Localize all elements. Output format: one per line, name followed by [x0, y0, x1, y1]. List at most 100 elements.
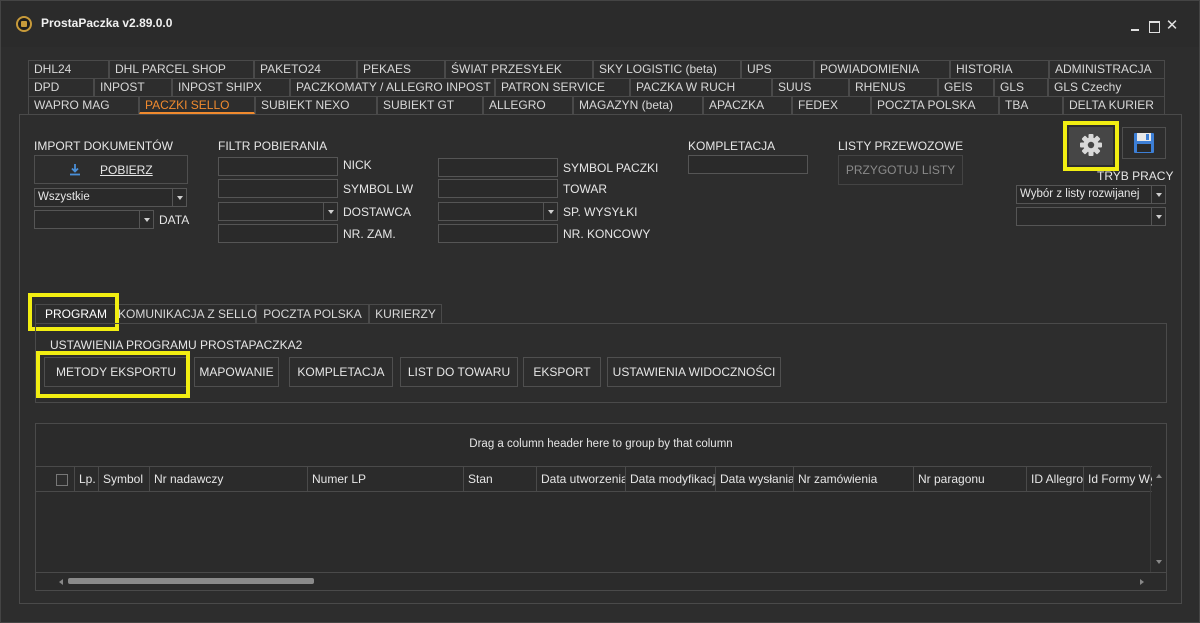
col-nr-paragonu[interactable]: Nr paragonu — [913, 467, 1026, 492]
tab-wapro-mag[interactable]: WAPRO MAG — [28, 96, 139, 114]
nr-koncowy-label: NR. KONCOWY — [563, 227, 651, 241]
tab-patron-service[interactable]: PATRON SERVICE — [495, 78, 630, 96]
tab-row-2: DPD INPOST INPOST SHIPX PACZKOMATY / ALL… — [28, 78, 1165, 96]
chevron-down-icon — [543, 203, 557, 220]
tab-dhl24[interactable]: DHL24 — [28, 60, 109, 78]
nick-label: NICK — [343, 158, 372, 172]
download-icon — [70, 164, 80, 176]
tab-fedex[interactable]: FEDEX — [792, 96, 871, 114]
tab-tba[interactable]: TBA — [999, 96, 1063, 114]
scroll-down-icon[interactable] — [1156, 560, 1162, 564]
tab-kurierzy[interactable]: KURIERZY — [369, 304, 442, 323]
scroll-right-icon[interactable] — [1140, 579, 1144, 585]
minimize-icon[interactable] — [1128, 19, 1142, 33]
tab-powiadomienia[interactable]: POWIADOMIENIA — [814, 60, 950, 78]
symbol-lw-label: SYMBOL LW — [343, 182, 414, 196]
tab-komunikacja-z-sello[interactable]: KOMUNIKACJA Z SELLO — [117, 304, 257, 323]
scroll-up-icon[interactable] — [1156, 474, 1162, 478]
grid-header: Lp. Symbol Nr nadawczy Numer LP Stan Dat… — [36, 466, 1152, 492]
tab-dpd[interactable]: DPD — [28, 78, 94, 96]
col-id-formy-wysylki[interactable]: Id Formy Wys — [1083, 467, 1152, 492]
col-id-allegro[interactable]: ID Allegro — [1026, 467, 1083, 492]
tab-paczka-w-ruch[interactable]: PACZKA W RUCH — [630, 78, 772, 96]
kompletacja-input[interactable] — [688, 155, 808, 174]
select-all-checkbox[interactable] — [56, 474, 68, 486]
packages-grid: Drag a column header here to group by th… — [35, 423, 1167, 591]
tryb-select[interactable]: Wybór z listy rozwijanej — [1016, 185, 1166, 204]
tab-geis[interactable]: GEIS — [938, 78, 994, 96]
nr-zam-label: NR. ZAM. — [343, 227, 396, 241]
przygotuj-listy-button[interactable]: PRZYGOTUJ LISTY — [838, 155, 963, 185]
tab-paczkomaty[interactable]: PACZKOMATY / ALLEGRO INPOST — [290, 78, 495, 96]
symbol-paczki-label: SYMBOL PACZKI — [563, 161, 659, 175]
tab-magazyn[interactable]: MAGAZYN (beta) — [573, 96, 703, 114]
tab-gls-czechy[interactable]: GLS Czechy — [1048, 78, 1165, 96]
eksport-button[interactable]: EKSPORT — [523, 357, 601, 387]
col-lp[interactable]: Lp. — [74, 467, 98, 492]
tab-suus[interactable]: SUUS — [772, 78, 849, 96]
tab-pekaes[interactable]: PEKAES — [357, 60, 445, 78]
tab-row-1: DHL24 DHL PARCEL SHOP PAKETO24 PEKAES ŚW… — [28, 60, 1165, 78]
tab-ups[interactable]: UPS — [741, 60, 814, 78]
col-numer-lp[interactable]: Numer LP — [307, 467, 463, 492]
window-title: ProstaPaczka v2.89.0.0 — [41, 16, 173, 30]
col-data-utworzenia[interactable]: Data utworzenia — [536, 467, 625, 492]
maximize-icon[interactable] — [1147, 19, 1161, 33]
towar-label: TOWAR — [563, 182, 607, 196]
col-data-modyfikacji[interactable]: Data modyfikacji — [625, 467, 715, 492]
tab-poczta-polska[interactable]: POCZTA POLSKA — [871, 96, 999, 114]
tab-paketo24[interactable]: PAKETO24 — [254, 60, 357, 78]
tab-delta-kurier[interactable]: DELTA KURIER — [1063, 96, 1165, 114]
tryb-secondary-select[interactable] — [1016, 207, 1166, 226]
tab-dhl-parcel-shop[interactable]: DHL PARCEL SHOP — [109, 60, 254, 78]
tab-rhenus[interactable]: RHENUS — [849, 78, 938, 96]
tab-subiekt-gt[interactable]: SUBIEKT GT — [377, 96, 483, 114]
tab-historia[interactable]: HISTORIA — [950, 60, 1049, 78]
pobierz-label: POBIERZ — [100, 163, 153, 177]
tab-apaczka[interactable]: APACZKA — [703, 96, 792, 114]
dostawca-select[interactable] — [218, 202, 338, 221]
chevron-down-icon — [139, 211, 153, 228]
sp-wysylki-label: SP. WYSYŁKI — [563, 205, 638, 219]
vertical-scrollbar[interactable] — [1150, 466, 1166, 572]
tab-subiekt-nexo[interactable]: SUBIEKT NEXO — [255, 96, 377, 114]
towar-input[interactable] — [438, 179, 558, 198]
nr-zam-input[interactable] — [218, 224, 338, 243]
save-button[interactable] — [1122, 127, 1166, 159]
nr-koncowy-input[interactable] — [438, 224, 558, 243]
symbol-lw-input[interactable] — [218, 179, 338, 198]
listy-title: LISTY PRZEWOZOWE — [838, 139, 964, 153]
date-select[interactable] — [34, 210, 154, 229]
nick-input[interactable] — [218, 157, 338, 176]
col-data-wyslania[interactable]: Data wysłania — [715, 467, 793, 492]
mapowanie-button[interactable]: MAPOWANIE — [194, 357, 279, 387]
scroll-thumb[interactable] — [68, 578, 314, 584]
ustawienia-widocznosci-button[interactable]: USTAWIENIA WIDOCZNOŚCI — [607, 357, 781, 387]
col-nr-zamowienia[interactable]: Nr zamówienia — [793, 467, 913, 492]
list-do-towaru-button[interactable]: LIST DO TOWARU — [400, 357, 518, 387]
tab-paczki-sello[interactable]: PACZKI SELLO — [139, 96, 255, 114]
symbol-paczki-input[interactable] — [438, 158, 558, 177]
sp-wysylki-select[interactable] — [438, 202, 558, 221]
chevron-down-icon — [1151, 186, 1165, 203]
close-icon[interactable]: ✕ — [1165, 18, 1179, 33]
tab-swiat-przesylek[interactable]: ŚWIAT PRZESYŁEK — [445, 60, 593, 78]
tab-gls[interactable]: GLS — [994, 78, 1048, 96]
scroll-left-icon[interactable] — [59, 579, 63, 585]
horizontal-scrollbar[interactable] — [36, 572, 1166, 590]
pobierz-button[interactable]: POBIERZ — [34, 155, 188, 184]
tab-sky-logistic[interactable]: SKY LOGISTIC (beta) — [593, 60, 741, 78]
dostawca-label: DOSTAWCA — [343, 205, 411, 219]
col-symbol[interactable]: Symbol — [98, 467, 149, 492]
tab-inpost-shipx[interactable]: INPOST SHIPX — [172, 78, 290, 96]
tab-administracja[interactable]: ADMINISTRACJA — [1049, 60, 1165, 78]
tryb-title: TRYB PRACY — [1097, 169, 1174, 183]
group-by-hint[interactable]: Drag a column header here to group by th… — [36, 424, 1166, 466]
col-nr-nadawczy[interactable]: Nr nadawczy — [149, 467, 307, 492]
tab-inpost[interactable]: INPOST — [94, 78, 172, 96]
col-stan[interactable]: Stan — [463, 467, 536, 492]
kompletacja-button[interactable]: KOMPLETACJA — [289, 357, 393, 387]
import-source-select[interactable]: Wszystkie — [34, 188, 187, 207]
tab-poczta-polska-inner[interactable]: POCZTA POLSKA — [256, 304, 369, 323]
tab-allegro[interactable]: ALLEGRO — [483, 96, 573, 114]
